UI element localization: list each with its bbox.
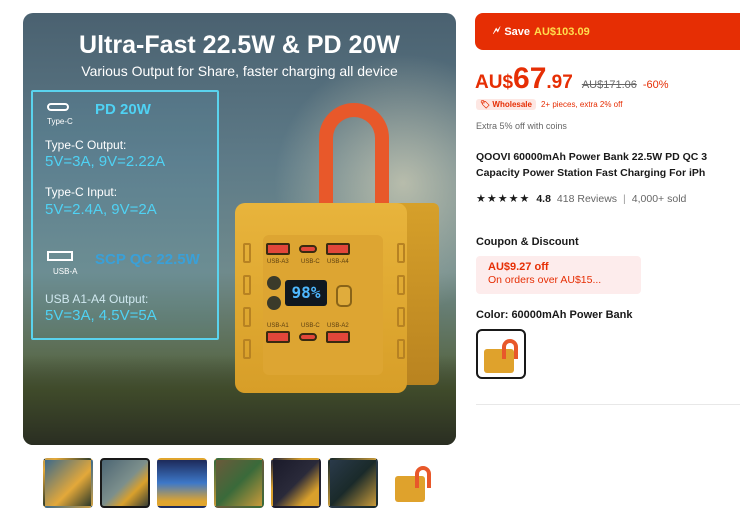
spec-usba-output-value: 5V=3A, 4.5V=5A: [45, 307, 157, 324]
thumbnail[interactable]: [100, 458, 150, 508]
spec-scp-label: SCP QC 22.5W: [95, 251, 200, 268]
color-swatch-selected[interactable]: [476, 329, 526, 379]
main-product-image[interactable]: Ultra-Fast 22.5W & PD 20W Various Output…: [23, 13, 456, 445]
spec-usba-output-label: USB A1-A4 Output:: [45, 292, 149, 306]
bank-rib: [243, 275, 251, 295]
price-currency: AU$: [475, 72, 514, 93]
spec-typec-output-label: Type-C Output:: [45, 138, 127, 152]
wholesale-badge-text: Wholesale: [492, 100, 532, 109]
bank-rib: [397, 275, 405, 295]
rating-row: ★★★★★ 4.8 418 Reviews | 4,000+ sold: [476, 192, 687, 206]
sold-count: 4,000+ sold: [631, 192, 687, 205]
product-page: Ultra-Fast 22.5W & PD 20W Various Output…: [0, 0, 740, 524]
usb-c-port-top: [299, 245, 317, 253]
indicator-light: [267, 276, 281, 290]
usb-a4-port: [326, 243, 350, 255]
thumbnail-strip: [43, 458, 435, 508]
coupon-card[interactable]: AU$9.27 off On orders over AU$15...: [476, 256, 641, 294]
bank-rib: [397, 243, 405, 263]
spec-typec-input-label: Type-C Input:: [45, 185, 118, 199]
save-amount: AU$103.09: [534, 25, 590, 38]
coupon-amount: AU$9.27 off: [488, 261, 549, 273]
spec-pd-label: PD 20W: [95, 101, 151, 118]
bank-rib: [243, 243, 251, 263]
usb-a2-port: [326, 331, 350, 343]
thumbnail[interactable]: [385, 458, 435, 508]
device-label: USB-C: [301, 259, 320, 265]
power-button: [336, 285, 352, 307]
device-label: USB-C: [301, 323, 320, 329]
thumbnail[interactable]: [271, 458, 321, 508]
bank-rib: [243, 339, 251, 359]
usb-a-label: USB-A: [53, 267, 78, 276]
color-heading: Color: 60000mAh Power Bank: [476, 309, 633, 321]
device-label: USB-A2: [327, 323, 349, 329]
wholesale-text: 2+ pieces, extra 2% off: [540, 100, 623, 109]
coins-text: Extra 5% off with coins: [476, 121, 567, 131]
type-c-label: Type-C: [47, 117, 73, 126]
hero-title: Ultra-Fast 22.5W & PD 20W: [79, 31, 400, 59]
tag-icon: 🏷: [480, 100, 493, 109]
lightning-icon: 🗲: [493, 25, 501, 37]
usb-a1-port: [266, 331, 290, 343]
section-divider: [476, 404, 740, 405]
product-title-line: Capacity Power Station Fast Charging For…: [476, 167, 706, 179]
thumbnail[interactable]: [214, 458, 264, 508]
battery-display: 98%: [285, 280, 327, 306]
price-decimal: .97: [546, 72, 573, 93]
discount-percent: -60%: [642, 79, 669, 91]
device-label: USB-A4: [327, 259, 349, 265]
price-integer: 67: [513, 62, 547, 95]
separator: |: [623, 192, 626, 205]
star-rating-icon: ★★★★★: [476, 193, 531, 205]
swatch-handle-shape: [502, 339, 518, 359]
thumb-handle-shape: [415, 466, 431, 488]
coupon-condition: On orders over AU$15...: [488, 274, 602, 286]
usb-a3-port: [266, 243, 290, 255]
bank-rib: [243, 307, 251, 327]
thumbnail[interactable]: [43, 458, 93, 508]
spec-typec-input-value: 5V=2.4A, 9V=2A: [45, 201, 157, 218]
coupon-heading: Coupon & Discount: [476, 236, 579, 248]
thumbnail[interactable]: [328, 458, 378, 508]
spec-typec-output-value: 5V=3A, 9V=2.22A: [45, 153, 166, 170]
reviews-link[interactable]: 418 Reviews: [557, 193, 617, 205]
indicator-light: [267, 296, 281, 310]
product-title: QOOVI 60000mAh Power Bank 22.5W PD QC 3 …: [476, 149, 740, 181]
wholesale-row: 🏷 Wholesale 2+ pieces, extra 2% off: [476, 99, 622, 110]
save-label: Save: [504, 25, 531, 38]
wholesale-badge: 🏷 Wholesale: [476, 99, 536, 110]
bank-rib: [397, 339, 405, 359]
usb-a-port-icon: [47, 251, 73, 261]
thumbnail[interactable]: [157, 458, 207, 508]
rating-value: 4.8: [536, 192, 551, 205]
usb-c-port-bottom: [299, 333, 317, 341]
save-banner: 🗲 Save AU$103.09: [475, 13, 740, 50]
device-label: USB-A1: [267, 323, 289, 329]
device-label: USB-A3: [267, 259, 289, 265]
type-c-port-icon: [47, 103, 69, 111]
hero-subtitle: Various Output for Share, faster chargin…: [81, 63, 398, 79]
original-price: AU$171.06: [581, 79, 637, 91]
product-title-line: QOOVI 60000mAh Power Bank 22.5W PD QC 3: [476, 151, 708, 163]
bank-rib: [397, 307, 405, 327]
price-row: AU$ 67 .97 AU$171.06 -60%: [475, 62, 669, 96]
